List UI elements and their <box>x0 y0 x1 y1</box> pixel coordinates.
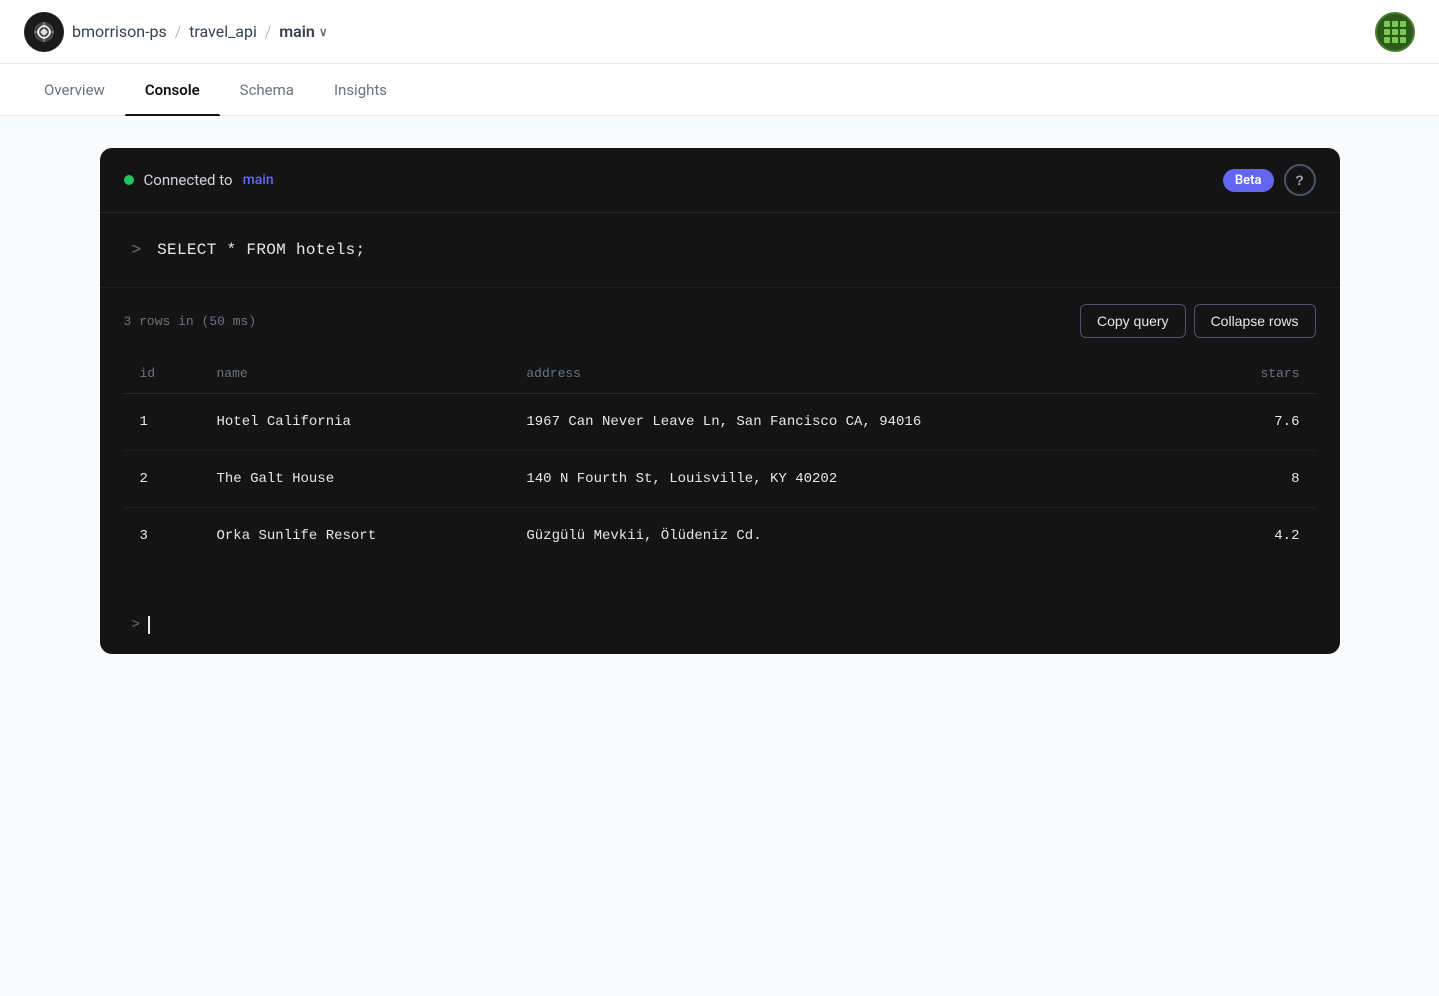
table-body: 1Hotel California1967 Can Never Leave Ln… <box>124 394 1316 565</box>
cell-stars: 7.6 <box>1201 394 1316 451</box>
col-address: address <box>510 354 1200 394</box>
cell-name: Hotel California <box>200 394 510 451</box>
status-right: Beta ? <box>1223 164 1316 196</box>
avatar-dot <box>1384 37 1390 43</box>
query-area[interactable]: > SELECT * FROM hotels; <box>100 213 1340 288</box>
status-bar: Connected to main Beta ? <box>100 148 1340 213</box>
collapse-rows-button[interactable]: Collapse rows <box>1194 304 1316 338</box>
table-header-row: id name address stars <box>124 354 1316 394</box>
copy-query-button[interactable]: Copy query <box>1080 304 1186 338</box>
cell-id: 1 <box>124 394 201 451</box>
avatar-dot <box>1400 37 1406 43</box>
avatar-dot <box>1392 37 1398 43</box>
connection-dot <box>124 175 134 185</box>
cell-name: The Galt House <box>200 451 510 508</box>
tab-insights[interactable]: Insights <box>314 65 407 115</box>
avatar-dot <box>1384 29 1390 35</box>
results-panel: 3 rows in (50 ms) Copy query Collapse ro… <box>100 288 1340 596</box>
cell-address: Güzgülü Mevkii, Ölüdeniz Cd. <box>510 508 1200 565</box>
status-left: Connected to main <box>124 171 274 189</box>
avatar-dot <box>1400 29 1406 35</box>
beta-badge: Beta <box>1223 169 1274 192</box>
table-row: 2The Galt House140 N Fourth St, Louisvil… <box>124 451 1316 508</box>
avatar-grid <box>1384 21 1406 43</box>
cell-address: 1967 Can Never Leave Ln, San Fancisco CA… <box>510 394 1200 451</box>
table-header: id name address stars <box>124 354 1316 394</box>
chevron-down-icon: ∨ <box>319 25 328 39</box>
results-header: 3 rows in (50 ms) Copy query Collapse ro… <box>124 288 1316 354</box>
avatar-dot <box>1392 29 1398 35</box>
breadcrumb: bmorrison-ps / travel_api / main ∨ <box>72 22 328 41</box>
results-actions: Copy query Collapse rows <box>1080 304 1316 338</box>
console-panel: Connected to main Beta ? > SELECT * FROM… <box>100 148 1340 654</box>
help-button[interactable]: ? <box>1284 164 1316 196</box>
cell-id: 2 <box>124 451 201 508</box>
cell-stars: 8 <box>1201 451 1316 508</box>
query-prompt: > <box>132 241 142 259</box>
table-row: 1Hotel California1967 Can Never Leave Ln… <box>124 394 1316 451</box>
cursor-prompt: > <box>132 617 140 633</box>
query-line: > SELECT * FROM hotels; <box>132 241 1308 259</box>
avatar-dot <box>1392 21 1398 27</box>
cell-stars: 4.2 <box>1201 508 1316 565</box>
col-name: name <box>200 354 510 394</box>
branch-selector[interactable]: main ∨ <box>279 22 327 41</box>
results-table: id name address stars 1Hotel California1… <box>124 354 1316 564</box>
branch-link[interactable]: main <box>243 172 274 188</box>
cell-id: 3 <box>124 508 201 565</box>
avatar-dot <box>1400 21 1406 27</box>
tab-schema[interactable]: Schema <box>220 65 314 115</box>
tab-bar: Overview Console Schema Insights <box>0 64 1439 116</box>
breadcrumb-sep-1: / <box>175 22 181 41</box>
col-id: id <box>124 354 201 394</box>
cell-name: Orka Sunlife Resort <box>200 508 510 565</box>
org-name[interactable]: bmorrison-ps <box>72 22 167 41</box>
header-left: bmorrison-ps / travel_api / main ∨ <box>24 12 328 52</box>
query-text: SELECT * FROM hotels; <box>157 241 365 259</box>
branch-name: main <box>279 22 315 41</box>
connected-label: Connected to <box>144 171 233 189</box>
main-content: Connected to main Beta ? > SELECT * FROM… <box>0 116 1439 996</box>
header: bmorrison-ps / travel_api / main ∨ <box>0 0 1439 64</box>
avatar[interactable] <box>1375 12 1415 52</box>
tab-overview[interactable]: Overview <box>24 65 125 115</box>
avatar-dot <box>1384 21 1390 27</box>
tab-console[interactable]: Console <box>125 65 220 115</box>
results-info: 3 rows in (50 ms) <box>124 314 257 329</box>
project-name[interactable]: travel_api <box>189 22 257 41</box>
cell-address: 140 N Fourth St, Louisville, KY 40202 <box>510 451 1200 508</box>
logo[interactable] <box>24 12 64 52</box>
col-stars: stars <box>1201 354 1316 394</box>
table-row: 3Orka Sunlife ResortGüzgülü Mevkii, Ölüd… <box>124 508 1316 565</box>
breadcrumb-sep-2: / <box>265 22 271 41</box>
cursor-bar <box>148 616 150 634</box>
cursor-area[interactable]: > <box>100 596 1340 654</box>
